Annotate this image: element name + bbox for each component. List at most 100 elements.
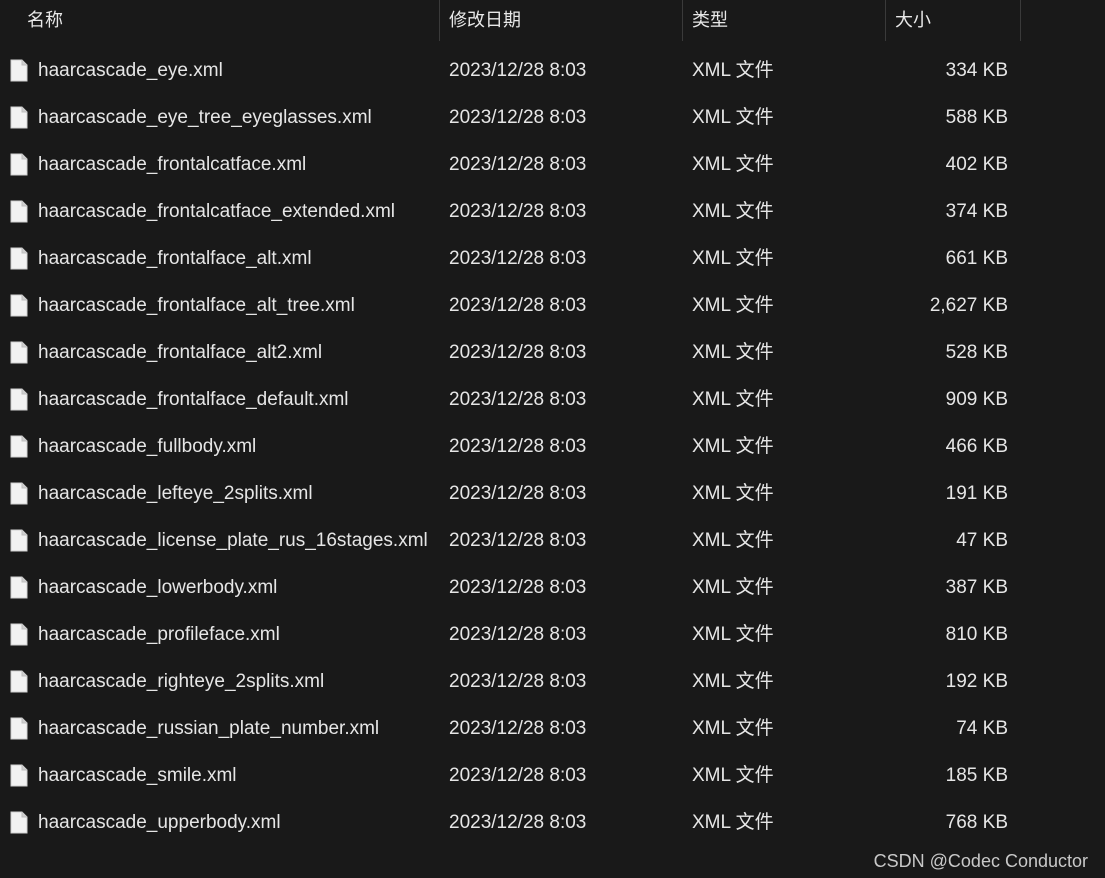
- file-date: 2023/12/28 8:03: [449, 295, 587, 316]
- file-size: 191 KB: [945, 483, 1008, 504]
- file-row[interactable]: haarcascade_russian_plate_number.xml 2023…: [0, 705, 1020, 752]
- file-icon: [10, 247, 28, 270]
- file-icon: [10, 59, 28, 82]
- file-icon: [10, 106, 28, 129]
- file-date: 2023/12/28 8:03: [449, 577, 587, 598]
- file-date: 2023/12/28 8:03: [449, 483, 587, 504]
- file-date: 2023/12/28 8:03: [449, 60, 587, 81]
- file-date: 2023/12/28 8:03: [449, 812, 587, 833]
- file-size: 74 KB: [956, 718, 1008, 739]
- file-name[interactable]: haarcascade_profileface.xml: [38, 611, 280, 658]
- sort-ascending-icon: ^: [240, 0, 254, 2]
- file-type: XML 文件: [692, 577, 774, 598]
- file-size: 466 KB: [945, 436, 1008, 457]
- file-size: 909 KB: [945, 389, 1008, 410]
- file-row[interactable]: haarcascade_eye_tree_eyeglasses.xml 2023/…: [0, 94, 1020, 141]
- file-type: XML 文件: [692, 154, 774, 175]
- file-row[interactable]: haarcascade_eye.xml 2023/12/28 8:03 XML 文件…: [0, 47, 1020, 94]
- file-icon: [10, 482, 28, 505]
- file-name[interactable]: haarcascade_eye.xml: [38, 47, 223, 94]
- column-header-date-label: 修改日期: [449, 10, 521, 30]
- file-name[interactable]: haarcascade_lowerbody.xml: [38, 564, 277, 611]
- file-size: 185 KB: [945, 765, 1008, 786]
- file-name[interactable]: haarcascade_frontalcatface_extended.xml: [38, 188, 395, 235]
- file-icon: [10, 388, 28, 411]
- file-type: XML 文件: [692, 812, 774, 833]
- file-type: XML 文件: [692, 530, 774, 551]
- file-name[interactable]: haarcascade_upperbody.xml: [38, 799, 281, 846]
- column-header-name-label: 名称: [27, 10, 63, 30]
- file-icon: [10, 764, 28, 787]
- file-row[interactable]: haarcascade_frontalface_default.xml 2023/…: [0, 376, 1020, 423]
- file-row[interactable]: haarcascade_smile.xml 2023/12/28 8:03 XML …: [0, 752, 1020, 799]
- file-type: XML 文件: [692, 671, 774, 692]
- file-size: 588 KB: [945, 107, 1008, 128]
- file-date: 2023/12/28 8:03: [449, 154, 587, 175]
- column-header-type-label: 类型: [692, 10, 728, 30]
- file-name[interactable]: haarcascade_frontalface_alt_tree.xml: [38, 282, 355, 329]
- file-icon: [10, 670, 28, 693]
- file-name[interactable]: haarcascade_righteye_2splits.xml: [38, 658, 324, 705]
- file-type: XML 文件: [692, 107, 774, 128]
- file-type: XML 文件: [692, 342, 774, 363]
- column-header-size-label: 大小: [895, 10, 931, 30]
- file-name[interactable]: haarcascade_frontalface_alt.xml: [38, 235, 312, 282]
- file-row[interactable]: haarcascade_frontalface_alt2.xml 2023/12/…: [0, 329, 1020, 376]
- file-date: 2023/12/28 8:03: [449, 107, 587, 128]
- file-row[interactable]: haarcascade_profileface.xml 2023/12/28 8:…: [0, 611, 1020, 658]
- file-date: 2023/12/28 8:03: [449, 389, 587, 410]
- watermark: CSDN @Codec Conductor: [873, 851, 1088, 871]
- file-row[interactable]: haarcascade_frontalface_alt.xml 2023/12/2…: [0, 235, 1020, 282]
- file-row[interactable]: haarcascade_frontalface_alt_tree.xml 2023…: [0, 282, 1020, 329]
- file-size: 528 KB: [945, 342, 1008, 363]
- file-row[interactable]: haarcascade_lefteye_2splits.xml 2023/12/2…: [0, 470, 1020, 517]
- file-name[interactable]: haarcascade_frontalface_alt2.xml: [38, 329, 322, 376]
- file-row[interactable]: haarcascade_fullbody.xml 2023/12/28 8:03 X…: [0, 423, 1020, 470]
- file-name[interactable]: haarcascade_eye_tree_eyeglasses.xml: [38, 94, 372, 141]
- file-date: 2023/12/28 8:03: [449, 671, 587, 692]
- file-row[interactable]: haarcascade_frontalcatface.xml 2023/12/28…: [0, 141, 1020, 188]
- column-header-type[interactable]: 类型: [683, 0, 886, 41]
- file-name[interactable]: haarcascade_license_plate_rus_16stages.x…: [38, 517, 428, 564]
- file-type: XML 文件: [692, 624, 774, 645]
- file-icon: [10, 811, 28, 834]
- file-name[interactable]: haarcascade_fullbody.xml: [38, 423, 256, 470]
- file-type: XML 文件: [692, 483, 774, 504]
- file-row[interactable]: haarcascade_righteye_2splits.xml 2023/12/…: [0, 658, 1020, 705]
- file-name[interactable]: haarcascade_lefteye_2splits.xml: [38, 470, 313, 517]
- file-name[interactable]: haarcascade_smile.xml: [38, 752, 237, 799]
- file-list: haarcascade_eye.xml 2023/12/28 8:03 XML 文件…: [0, 47, 1020, 846]
- column-header-size[interactable]: 大小: [886, 0, 1021, 41]
- file-size: 387 KB: [945, 577, 1008, 598]
- file-size: 2,627 KB: [929, 295, 1008, 316]
- file-row[interactable]: haarcascade_frontalcatface_extended.xml 2…: [0, 188, 1020, 235]
- file-row[interactable]: haarcascade_upperbody.xml 2023/12/28 8:03…: [0, 799, 1020, 846]
- file-row[interactable]: haarcascade_license_plate_rus_16stages.x…: [0, 517, 1020, 564]
- file-type: XML 文件: [692, 436, 774, 457]
- file-icon: [10, 153, 28, 176]
- file-icon: [10, 294, 28, 317]
- file-date: 2023/12/28 8:03: [449, 248, 587, 269]
- column-header-name[interactable]: 名称 ^: [18, 0, 440, 41]
- file-size: 192 KB: [945, 671, 1008, 692]
- file-name[interactable]: haarcascade_russian_plate_number.xml: [38, 705, 379, 752]
- file-size: 334 KB: [945, 60, 1008, 81]
- file-date: 2023/12/28 8:03: [449, 624, 587, 645]
- file-date: 2023/12/28 8:03: [449, 530, 587, 551]
- file-name[interactable]: haarcascade_frontalcatface.xml: [38, 141, 306, 188]
- file-icon: [10, 435, 28, 458]
- file-icon: [10, 529, 28, 552]
- column-header-bar: 名称 ^ 修改日期 类型 大小: [0, 0, 1105, 41]
- file-type: XML 文件: [692, 765, 774, 786]
- column-header-date[interactable]: 修改日期: [440, 0, 683, 41]
- file-size: 402 KB: [945, 154, 1008, 175]
- file-size: 661 KB: [945, 248, 1008, 269]
- file-row[interactable]: haarcascade_lowerbody.xml 2023/12/28 8:03…: [0, 564, 1020, 611]
- file-size: 810 KB: [945, 624, 1008, 645]
- file-type: XML 文件: [692, 60, 774, 81]
- file-size: 47 KB: [956, 530, 1008, 551]
- file-name[interactable]: haarcascade_frontalface_default.xml: [38, 376, 349, 423]
- file-size: 768 KB: [945, 812, 1008, 833]
- file-type: XML 文件: [692, 248, 774, 269]
- file-date: 2023/12/28 8:03: [449, 342, 587, 363]
